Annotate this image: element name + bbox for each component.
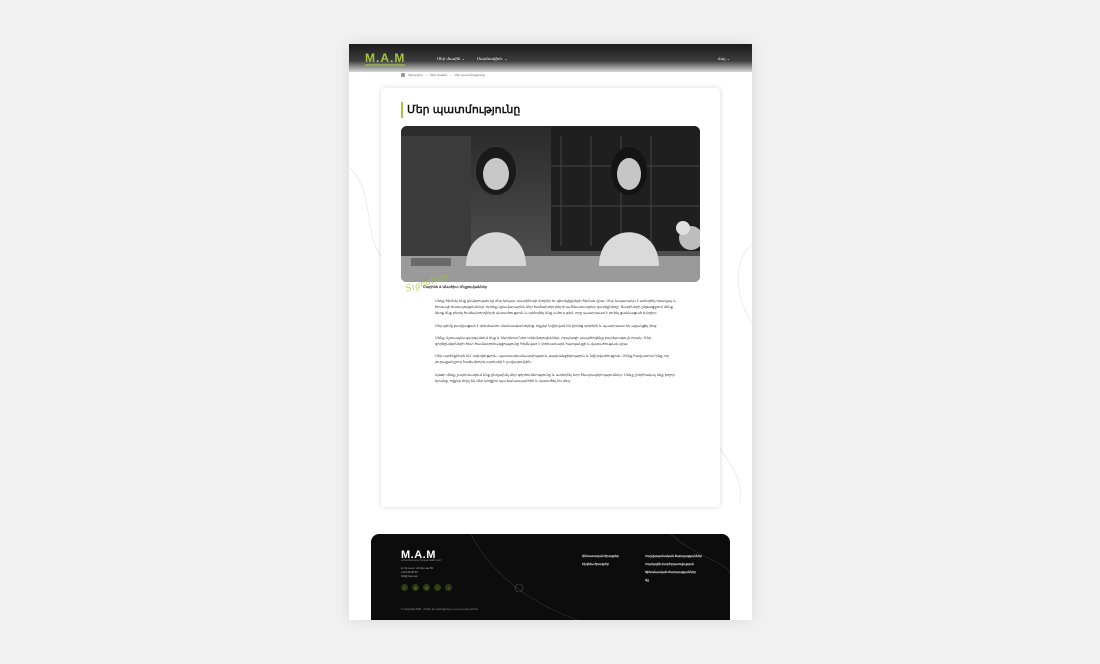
article-paragraph: Մեր արժեքներն են՝ ազնվություն, պատասխանա… — [435, 354, 669, 365]
footer-email[interactable]: info@mam.am — [401, 575, 433, 579]
home-icon[interactable] — [401, 73, 405, 77]
language-switcher[interactable]: Հայ ⌄ — [718, 56, 730, 61]
instagram-icon[interactable]: ◎ — [412, 584, 419, 591]
breadcrumb-separator: › — [425, 73, 427, 77]
page-title: Մեր պատմությունը — [407, 104, 521, 116]
footer-links-col2: Հաշվապահական ծառայություններ Հարկային խո… — [645, 552, 702, 584]
article-paragraph: Մեր թիմը բաղկացած է փորձառու մասնագետներ… — [435, 323, 658, 328]
site-header: M.A.M Մեր մասին ⌄ Մասնագիտ. ⌄ Հայ ⌄ — [349, 44, 752, 72]
breadcrumb: Գլխավոր › Մեր մասին › Մեր պատմությունը — [401, 73, 485, 77]
social-links: f ◎ in ♪ t — [401, 584, 452, 591]
footer-contact: Ք. Երևան, Կոմիտաս 59 +374 00 00 00 info@… — [401, 567, 433, 579]
title-accent-bar — [401, 102, 403, 118]
site-footer: M.A.M ՀԱՇՎԱՊԱՀԱԿԱՆ ԾԱՌԱՅՈՒԹՅՈՒՆՆԵՐ Ք. Եր… — [371, 534, 730, 620]
page: M.A.M Մեր մասին ⌄ Մասնագիտ. ⌄ Հայ ⌄ Գլխա… — [349, 44, 752, 620]
article-paragraph: Մենք հիմնել ենք ընկերությունը մեր երկար … — [435, 299, 677, 316]
founders-photo — [401, 126, 700, 282]
site-logo[interactable]: M.A.M — [365, 51, 405, 65]
linkedin-icon[interactable]: in — [423, 584, 430, 591]
telegram-icon[interactable]: t — [445, 584, 452, 591]
article-paragraph: Այսօր մենք շարունակում ենք ընդլայնել մեր… — [435, 372, 675, 383]
footer-link[interactable]: Անհատական ծրագրեր — [582, 552, 619, 560]
nav-item-services[interactable]: Մասնագիտ. ⌄ — [477, 56, 508, 61]
footer-copyright: © Copyright 2023 · Բոլոր իրավունքները պա… — [401, 608, 478, 611]
breadcrumb-separator: › — [450, 73, 452, 77]
breadcrumb-home[interactable]: Գլխավոր — [408, 73, 423, 77]
footer-links-col1: Անհատական ծրագրեր Բիզնես ծրագրեր — [582, 552, 619, 568]
footer-link[interactable]: Այլ — [645, 576, 702, 584]
logo-underline — [365, 64, 405, 66]
footer-link[interactable]: Բիզնես ծրագրեր — [582, 560, 619, 568]
nav-item-about[interactable]: Մեր մասին ⌄ — [437, 56, 465, 61]
tiktok-icon[interactable]: ♪ — [434, 584, 441, 591]
footer-link[interactable]: Ֆինանսական ծառայություններ — [645, 568, 702, 576]
article-card: Մեր պատմությունը Signature Մարինե & Անահ… — [381, 88, 720, 507]
footer-link[interactable]: Հաշվապահական ծառայություններ — [645, 552, 702, 560]
breadcrumb-about[interactable]: Մեր մասին — [430, 73, 448, 77]
facebook-icon[interactable]: f — [401, 584, 408, 591]
article-paragraph: Մենք մշտապես զարգանում ենք և ներդնում նո… — [435, 335, 652, 347]
main-nav: Մեր մասին ⌄ Մասնագիտ. ⌄ — [437, 56, 508, 61]
photo-caption: Մարինե & Անահիտ Մելքումյաններ — [423, 285, 488, 289]
breadcrumb-current: Մեր պատմությունը — [454, 73, 486, 77]
footer-link[interactable]: Հարկային խորհրդատվություն — [645, 560, 702, 568]
footer-logo-tagline: ՀԱՇՎԱՊԱՀԱԿԱՆ ԾԱՌԱՅՈՒԹՅՈՒՆՆԵՐ — [401, 560, 442, 562]
article-body: Մենք հիմնել ենք ընկերությունը մեր երկար … — [435, 298, 677, 390]
